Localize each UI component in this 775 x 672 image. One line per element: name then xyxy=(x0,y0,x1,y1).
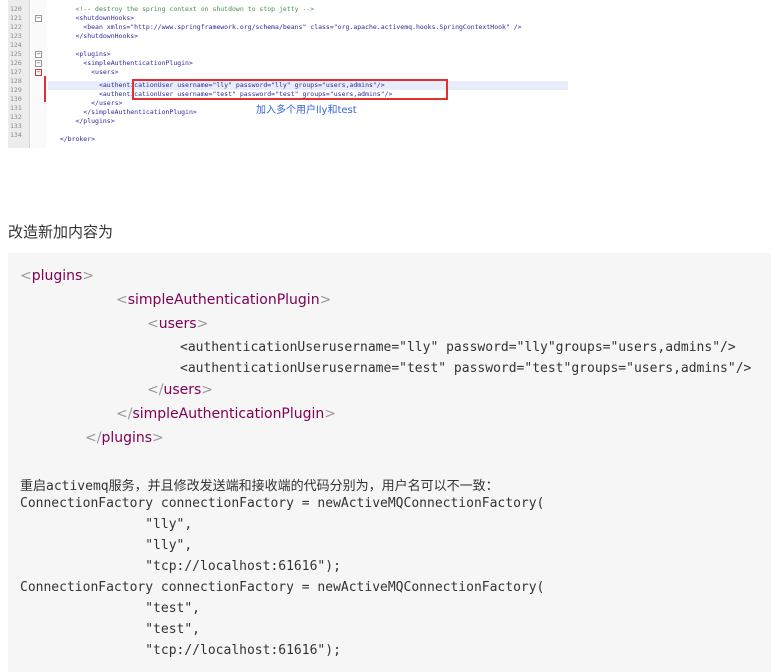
xml-user-line: <authenticationUserusername="test" passw… xyxy=(180,361,752,376)
fold-toggle-icon[interactable]: − xyxy=(35,69,42,76)
code-line: <!-- destroy the spring context on shutd… xyxy=(52,5,315,13)
line-number-gutter: 120 121 122 123 124 125 126 127 128 129 … xyxy=(8,0,30,148)
code-line: <plugins> xyxy=(52,50,111,58)
fold-toggle-icon[interactable]: − xyxy=(35,51,42,58)
line-number: 127 xyxy=(10,68,22,76)
xml-line: </simpleAuthenticationPlugin> xyxy=(116,406,336,422)
xml-line: <users> xyxy=(147,316,208,332)
code-line: <shutdownHooks> xyxy=(52,14,135,22)
line-number: 129 xyxy=(10,86,22,94)
xml-line: </plugins> xyxy=(85,430,164,446)
line-number: 122 xyxy=(10,23,22,31)
xml-bracket: </ xyxy=(85,430,102,446)
xml-bracket: </ xyxy=(116,406,133,422)
code-line: </shutdownHooks> xyxy=(52,32,139,40)
fold-toggle-icon[interactable]: − xyxy=(35,15,42,22)
xml-tag: users xyxy=(163,382,202,398)
java-line: ConnectionFactory connectionFactory = ne… xyxy=(20,580,545,595)
line-number: 126 xyxy=(10,59,22,67)
xml-line: <plugins> xyxy=(20,268,94,284)
code-line: <bean xmlns="http://www.springframework.… xyxy=(52,23,522,31)
xml-tag: simpleAuthenticationPlugin xyxy=(132,406,325,422)
line-number: 132 xyxy=(10,113,22,121)
line-number: 125 xyxy=(10,50,22,58)
code-line: </simpleAuthenticationPlugin> xyxy=(52,108,197,116)
java-line: ConnectionFactory connectionFactory = ne… xyxy=(20,496,545,511)
xml-bracket: > xyxy=(196,316,209,332)
code-block: <plugins> <simpleAuthenticationPlugin> <… xyxy=(8,253,771,672)
code-line: </users> xyxy=(52,99,123,107)
change-marker xyxy=(44,76,46,102)
xml-bracket: > xyxy=(319,292,332,308)
xml-bracket: </ xyxy=(147,382,164,398)
xml-line: </users> xyxy=(147,382,213,398)
java-line: "tcp://localhost:61616"); xyxy=(20,559,341,574)
java-line: "tcp://localhost:61616"); xyxy=(20,643,341,658)
annotation-label: 加入多个用户lly和test xyxy=(256,105,357,116)
xml-line: <simpleAuthenticationPlugin> xyxy=(116,292,331,308)
xml-user-line: <authenticationUserusername="lly" passwo… xyxy=(180,340,736,355)
line-number: 128 xyxy=(10,77,22,85)
annotation-highlight-box xyxy=(132,79,448,100)
code-line: </broker> xyxy=(52,135,96,143)
xml-bracket: < xyxy=(20,268,32,284)
line-number: 124 xyxy=(10,41,22,49)
code-line: </plugins> xyxy=(52,117,115,125)
xml-bracket: > xyxy=(152,430,164,446)
xml-bracket: > xyxy=(82,268,95,284)
xml-tag: simpleAuthenticationPlugin xyxy=(127,292,320,308)
line-number: 121 xyxy=(10,14,22,22)
editor-screenshot: 120 121 122 123 124 125 126 127 128 129 … xyxy=(8,0,568,148)
section-heading: 改造新加内容为 xyxy=(8,223,114,241)
xml-bracket: > xyxy=(201,382,214,398)
xml-tag: users xyxy=(158,316,197,332)
java-line: "lly", xyxy=(20,517,193,532)
description-line: 重启activemq服务，并且修改发送端和接收端的代码分别为，用户名可以不一致： xyxy=(20,479,499,494)
code-line: <users> xyxy=(52,68,119,76)
line-number: 133 xyxy=(10,122,22,130)
java-line: "test", xyxy=(20,622,201,637)
line-number: 120 xyxy=(10,5,22,13)
line-number: 134 xyxy=(10,131,22,139)
xml-tag: plugins xyxy=(31,268,83,284)
code-line: <simpleAuthenticationPlugin> xyxy=(52,59,193,67)
java-line: "lly", xyxy=(20,538,193,553)
xml-bracket: > xyxy=(324,406,337,422)
fold-toggle-icon[interactable]: − xyxy=(35,60,42,67)
line-number: 130 xyxy=(10,95,22,103)
line-number: 131 xyxy=(10,104,22,112)
xml-tag: plugins xyxy=(101,430,153,446)
xml-bracket: < xyxy=(116,292,128,308)
java-line: "test", xyxy=(20,601,201,616)
line-number: 123 xyxy=(10,32,22,40)
xml-bracket: < xyxy=(147,316,159,332)
